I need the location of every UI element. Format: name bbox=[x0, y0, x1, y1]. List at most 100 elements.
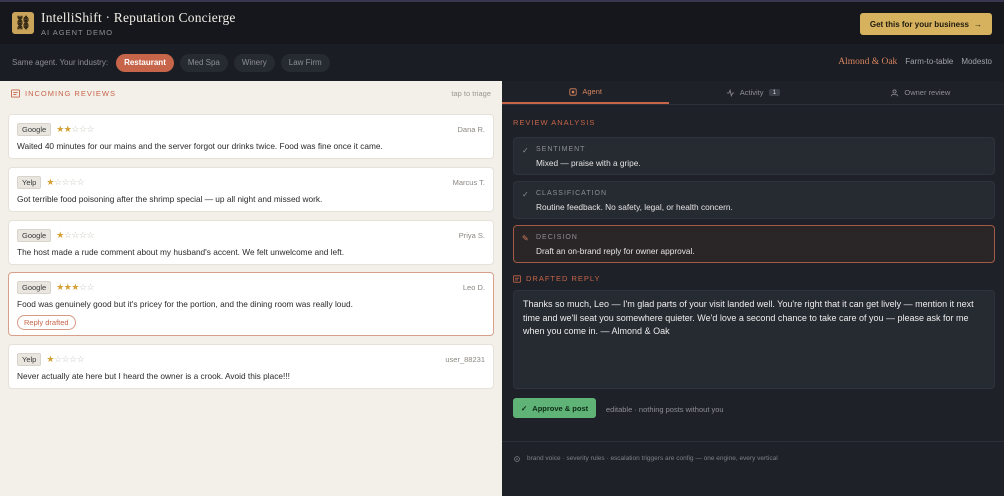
review-source: Google bbox=[17, 122, 52, 136]
industry-bar: Same agent. Your industry: Restaurant Me… bbox=[0, 44, 1004, 81]
star-rating: ★★☆☆☆ bbox=[56, 124, 94, 135]
star-empty-icon: ☆ bbox=[86, 229, 95, 240]
review-text: Food was genuinely good but it's pricey … bbox=[17, 299, 353, 309]
review-source: Google bbox=[17, 228, 52, 242]
star-rating: ★☆☆☆☆ bbox=[56, 230, 94, 241]
approve-post-button[interactable]: ✓ Approve & post bbox=[513, 398, 597, 418]
reply-drafted-badge: Reply drafted bbox=[17, 315, 76, 330]
check-icon: ✓ bbox=[522, 146, 529, 155]
review-author: Leo D. bbox=[462, 282, 485, 292]
check-icon: ✓ bbox=[522, 190, 529, 199]
chip-med-spa[interactable]: Med Spa bbox=[179, 53, 228, 72]
decision-card: ✎ DECISION Draft an on-brand reply for o… bbox=[513, 225, 995, 263]
review-text: The host made a rude comment about my hu… bbox=[17, 247, 345, 257]
settings-icon bbox=[514, 456, 520, 462]
chip-law-firm[interactable]: Law Firm bbox=[280, 53, 330, 72]
star-empty-icon: ☆ bbox=[76, 176, 85, 187]
review-source: Yelp bbox=[17, 352, 42, 366]
brand: IntelliShift · Reputation Concierge AI A… bbox=[41, 10, 236, 37]
star-empty-icon: ☆ bbox=[86, 123, 95, 134]
incoming-header: INCOMING REVIEWS tap to triage bbox=[0, 81, 502, 105]
reply-icon bbox=[513, 274, 521, 283]
app-title: IntelliShift · Reputation Concierge bbox=[41, 9, 236, 25]
config-footer: brand voice · severity rules · escalatio… bbox=[502, 441, 1004, 496]
activity-count-badge: 1 bbox=[768, 89, 781, 96]
tab-owner-review[interactable]: Owner review bbox=[837, 81, 1004, 104]
star-filled-icon: ★ bbox=[56, 123, 64, 134]
star-empty-icon: ☆ bbox=[69, 176, 77, 187]
app-subtitle: AI AGENT DEMO bbox=[41, 27, 114, 37]
incoming-reviews-panel: INCOMING REVIEWS tap to triage Google ★ ★… bbox=[0, 81, 502, 496]
cta-label: Get this for your business bbox=[869, 19, 969, 29]
star-empty-icon: ☆ bbox=[78, 229, 87, 240]
star-empty-icon: ☆ bbox=[86, 281, 95, 292]
sentiment-card: ✓ SENTIMENT Mixed — praise with a gripe. bbox=[513, 137, 995, 175]
star-filled-icon: ★ bbox=[46, 353, 54, 364]
tab-activity[interactable]: Activity 1 bbox=[669, 81, 836, 104]
star-filled-icon: ★ bbox=[56, 281, 64, 292]
review-text: Waited 40 minutes for our mains and the … bbox=[17, 141, 383, 151]
review-author: Marcus T. bbox=[452, 177, 485, 187]
activity-icon bbox=[726, 88, 734, 97]
panel-tabs: Agent Activity 1 Owner review bbox=[502, 81, 1004, 105]
star-empty-icon: ☆ bbox=[61, 353, 70, 364]
star-rating: ★★★☆☆ bbox=[56, 282, 94, 293]
star-rating: ★☆☆☆☆ bbox=[46, 354, 84, 365]
get-this-button[interactable]: Get this for your business → bbox=[859, 13, 992, 35]
approve-label: Approve & post bbox=[532, 403, 589, 413]
industry-label: Same agent. Your industry: bbox=[12, 58, 109, 67]
classification-card: ✓ CLASSIFICATION Routine feedback. No sa… bbox=[513, 181, 995, 219]
agent-icon bbox=[569, 87, 577, 96]
decision-value: Draft an on-brand reply for owner approv… bbox=[536, 246, 695, 256]
classification-value: Routine feedback. No safety, legal, or h… bbox=[536, 202, 733, 212]
decision-title: DECISION bbox=[536, 234, 578, 241]
check-icon: ✓ bbox=[521, 403, 528, 413]
sentiment-title: SENTIMENT bbox=[536, 146, 586, 153]
review-card-selected[interactable]: Google ★★★☆☆ Leo D. Food was genuinely g… bbox=[8, 272, 494, 336]
tab-agent[interactable]: Agent bbox=[502, 81, 670, 104]
review-card[interactable]: Yelp ★☆☆☆☆ user_88231 Never actually ate… bbox=[8, 344, 494, 389]
business-name: Almond & Oak bbox=[838, 57, 898, 67]
logo-icon: ⛓ bbox=[12, 12, 34, 34]
agent-panel: Agent Activity 1 Owner review REVIEW ANA… bbox=[502, 81, 1004, 496]
chip-restaurant[interactable]: Restaurant bbox=[116, 53, 174, 72]
star-empty-icon: ☆ bbox=[71, 229, 79, 240]
inbox-icon bbox=[11, 88, 20, 98]
tab-activity-label: Activity bbox=[739, 88, 764, 97]
review-source: Yelp bbox=[17, 175, 42, 189]
review-card[interactable]: Google ★☆☆☆☆ Priya S. The host made a ru… bbox=[8, 220, 494, 265]
star-rating: ★☆☆☆☆ bbox=[46, 177, 84, 188]
business-type: Farm-to-table bbox=[905, 57, 954, 66]
review-author: user_88231 bbox=[445, 354, 485, 364]
draft-reply-textarea[interactable]: Thanks so much, Leo — I'm glad parts of … bbox=[513, 290, 995, 389]
review-analysis-label: REVIEW ANALYSIS bbox=[513, 118, 596, 127]
footer-note: brand voice · severity rules · escalatio… bbox=[527, 455, 778, 462]
approve-note: editable · nothing posts without you bbox=[606, 405, 724, 414]
business-city: Modesto bbox=[961, 57, 992, 66]
drafted-reply-label: DRAFTED REPLY bbox=[526, 274, 601, 283]
tab-owner-label: Owner review bbox=[904, 88, 951, 97]
incoming-label: INCOMING REVIEWS bbox=[25, 88, 117, 98]
review-text: Got terrible food poisoning after the sh… bbox=[17, 194, 323, 204]
review-author: Dana R. bbox=[457, 124, 485, 134]
star-empty-icon: ☆ bbox=[71, 123, 79, 134]
star-filled-icon: ★ bbox=[71, 281, 79, 292]
sentiment-value: Mixed — praise with a gripe. bbox=[536, 158, 641, 168]
review-source: Google bbox=[17, 280, 52, 294]
tab-agent-label: Agent bbox=[582, 87, 602, 96]
drafted-reply-header: DRAFTED REPLY bbox=[513, 274, 601, 283]
star-empty-icon: ☆ bbox=[61, 176, 70, 187]
review-card[interactable]: Google ★★☆☆☆ Dana R. Waited 40 minutes f… bbox=[8, 114, 494, 159]
chip-winery[interactable]: Winery bbox=[233, 53, 275, 72]
app-header: ⛓ IntelliShift · Reputation Concierge AI… bbox=[0, 0, 1004, 44]
review-text: Never actually ate here but I heard the … bbox=[17, 371, 290, 381]
business-info: Almond & Oak Farm-to-table Modesto bbox=[838, 57, 992, 67]
star-empty-icon: ☆ bbox=[69, 353, 77, 364]
arrow-right-icon: → bbox=[974, 19, 982, 29]
review-card[interactable]: Yelp ★☆☆☆☆ Marcus T. Got terrible food p… bbox=[8, 167, 494, 212]
star-empty-icon: ☆ bbox=[76, 353, 85, 364]
star-filled-icon: ★ bbox=[46, 176, 54, 187]
star-empty-icon: ☆ bbox=[78, 123, 87, 134]
owner-icon bbox=[891, 89, 899, 96]
star-empty-icon: ☆ bbox=[78, 281, 87, 292]
